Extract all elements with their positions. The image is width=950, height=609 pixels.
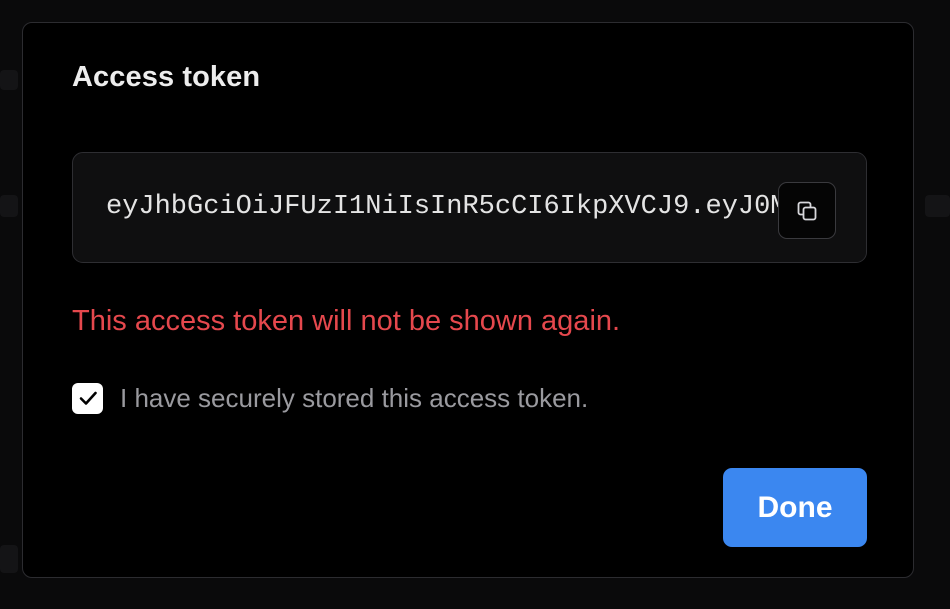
access-token-dialog: Access token eyJhbGciOiJFUzI1NiIsInR5cCI… <box>22 22 914 578</box>
stored-confirmation-checkbox[interactable] <box>72 382 103 414</box>
stored-confirmation-checkbox-row[interactable]: I have securely stored this access token… <box>72 382 588 414</box>
background-element <box>0 70 18 90</box>
background-element <box>0 195 18 217</box>
dialog-title: Access token <box>72 61 261 93</box>
copy-token-button[interactable] <box>778 182 836 239</box>
copy-icon <box>795 199 819 223</box>
token-value[interactable]: eyJhbGciOiJFUzI1NiIsInR5cCI6IkpXVCJ9.eyJ… <box>106 191 803 223</box>
checkmark-icon <box>79 391 97 405</box>
background-element <box>0 545 18 573</box>
token-field[interactable]: eyJhbGciOiJFUzI1NiIsInR5cCI6IkpXVCJ9.eyJ… <box>72 152 867 263</box>
background-element <box>925 195 950 217</box>
done-button[interactable]: Done <box>723 468 867 547</box>
warning-message: This access token will not be shown agai… <box>72 305 621 337</box>
stored-confirmation-label: I have securely stored this access token… <box>120 382 589 413</box>
